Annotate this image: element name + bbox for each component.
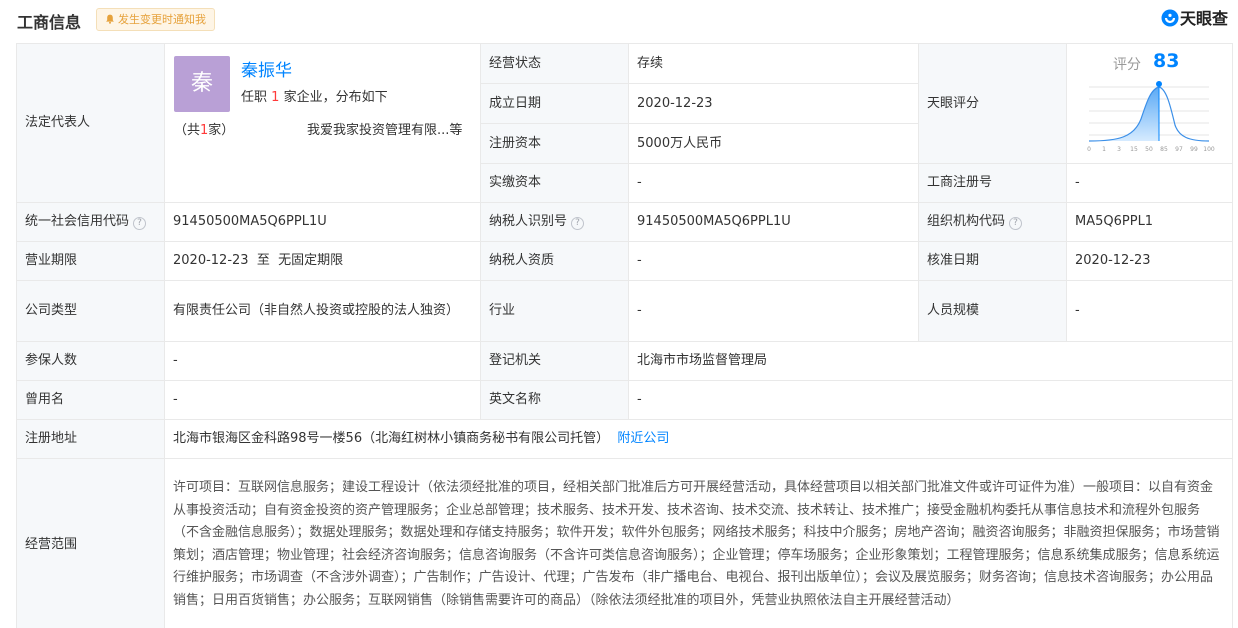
reg-capital-label: 注册资本 — [480, 123, 629, 164]
org-code-label-text: 组织机构代码 — [927, 214, 1006, 229]
reg-authority-value: 北海市市场监督管理局 — [628, 341, 1233, 381]
founded-label: 成立日期 — [480, 83, 629, 124]
score-tick-label: 99 — [1190, 146, 1198, 153]
tianyan-score-cell[interactable]: 评分 83 0 1 3 15 50 85 97 99 100 — [1066, 43, 1233, 164]
score-marker — [1156, 80, 1162, 87]
address-value: 北海市银海区金科路98号一楼56（北海红树林小镇商务秘书有限公司托管） — [173, 431, 610, 446]
company-type-value: 有限责任公司（非自然人投资或控股的法人独资） — [164, 280, 481, 342]
former-name-label: 曾用名 — [16, 380, 165, 420]
org-code-value: MA5Q6PPL1 — [1066, 202, 1233, 242]
reg-authority-label: 登记机关 — [480, 341, 629, 381]
section-title: 工商信息 — [17, 13, 82, 32]
positions-prefix: 任职 — [241, 90, 268, 105]
address-cell: 北海市银海区金科路98号一楼56（北海红树林小镇商务秘书有限公司托管） 附近公司 — [164, 419, 1233, 459]
status-label: 经营状态 — [480, 43, 629, 84]
insured-value: - — [164, 341, 481, 381]
legal-rep-cell: 秦 秦振华 任职 1 家企业，分布如下 （共1家） 我爱我家投资管理有限...等 — [164, 43, 481, 203]
insured-label: 参保人数 — [16, 341, 165, 381]
legal-rep-positions: 任职 1 家企业，分布如下 — [241, 88, 388, 108]
section-header: 工商信息 发生变更时通知我 天眼查 — [0, 0, 1238, 40]
scope-value: 许可项目：互联网信息服务；建设工程设计（依法须经批准的项目，经相关部门批准后方可… — [164, 458, 1233, 628]
company-type-label: 公司类型 — [16, 280, 165, 342]
legal-rep-company-link[interactable]: 我爱我家投资管理有限...等 — [307, 121, 462, 141]
legal-rep-name-link[interactable]: 秦振华 — [241, 60, 292, 82]
tianyan-score-label: 天眼评分 — [918, 43, 1067, 164]
approval-date-label: 核准日期 — [918, 241, 1067, 281]
help-icon[interactable]: ? — [571, 217, 585, 230]
taxpayer-qual-value: - — [628, 241, 919, 281]
avatar[interactable]: 秦 — [174, 56, 230, 112]
founded-value: 2020-12-23 — [628, 83, 919, 124]
tianyancha-logo-icon — [1161, 9, 1179, 27]
score-area — [1089, 86, 1159, 141]
positions-suffix: 家企业，分布如下 — [283, 90, 388, 105]
term-value: 2020-12-23 至 无固定期限 — [164, 241, 481, 281]
term-label: 营业期限 — [16, 241, 165, 281]
nearby-companies-link[interactable]: 附近公司 — [617, 431, 669, 446]
score-tick-label: 50 — [1145, 146, 1153, 153]
positions-count: 1 — [271, 90, 280, 105]
paid-capital-value: - — [628, 163, 919, 203]
score-tick-label: 85 — [1160, 146, 1168, 153]
status-value: 存续 — [628, 43, 919, 84]
english-name-label: 英文名称 — [480, 380, 629, 420]
biz-reg-no-label: 工商注册号 — [918, 163, 1067, 203]
count-prefix: （共 — [174, 123, 201, 138]
credit-code-label: 统一社会信用代码? — [16, 202, 165, 242]
industry-value: - — [628, 280, 919, 342]
score-tick-label: 97 — [1175, 146, 1183, 153]
business-info-table: 法定代表人 秦 秦振华 任职 1 家企业，分布如下 （共1家） 我爱我家投资管理… — [16, 43, 1233, 628]
notify-label: 发生变更时通知我 — [118, 13, 206, 26]
taxpayer-id-value: 91450500MA5Q6PPL1U — [628, 202, 919, 242]
former-name-value: - — [164, 380, 481, 420]
bell-icon — [106, 14, 114, 24]
paid-capital-label: 实缴资本 — [480, 163, 629, 203]
industry-label: 行业 — [480, 280, 629, 342]
legal-rep-label: 法定代表人 — [16, 43, 165, 203]
notify-change-button[interactable]: 发生变更时通知我 — [96, 8, 215, 31]
score-tick-label: 1 — [1102, 146, 1106, 153]
taxpayer-qual-label: 纳税人资质 — [480, 241, 629, 281]
approval-date-value: 2020-12-23 — [1066, 241, 1233, 281]
score-tick-label: 0 — [1087, 146, 1091, 153]
help-icon[interactable]: ? — [1009, 217, 1023, 230]
address-label: 注册地址 — [16, 419, 165, 459]
score-tick-label: 100 — [1203, 146, 1215, 153]
credit-code-value: 91450500MA5Q6PPL1U — [164, 202, 481, 242]
count-suffix: 家） — [208, 123, 235, 138]
credit-code-label-text: 统一社会信用代码 — [25, 214, 130, 229]
org-code-label: 组织机构代码? — [918, 202, 1067, 242]
brand-name: 天眼查 — [1179, 9, 1228, 28]
biz-reg-no-value: - — [1066, 163, 1233, 203]
staff-size-label: 人员规模 — [918, 280, 1067, 342]
score-label: 评分 — [1113, 56, 1141, 73]
taxpayer-id-label-text: 纳税人识别号 — [489, 214, 568, 229]
score-value: 83 — [1153, 49, 1180, 72]
brand-logo: 天眼查 — [1161, 9, 1228, 31]
taxpayer-id-label: 纳税人识别号? — [480, 202, 629, 242]
english-name-value: - — [628, 380, 1233, 420]
help-icon[interactable]: ? — [133, 217, 147, 230]
score-distribution-chart: 0 1 3 15 50 85 97 99 100 — [1087, 80, 1215, 153]
score-tick-label: 15 — [1130, 146, 1138, 153]
reg-capital-value: 5000万人民币 — [628, 123, 919, 164]
score-tick-label: 3 — [1117, 146, 1121, 153]
staff-size-value: - — [1066, 280, 1233, 342]
legal-rep-company-count: （共1家） — [174, 121, 234, 141]
scope-label: 经营范围 — [16, 458, 165, 628]
